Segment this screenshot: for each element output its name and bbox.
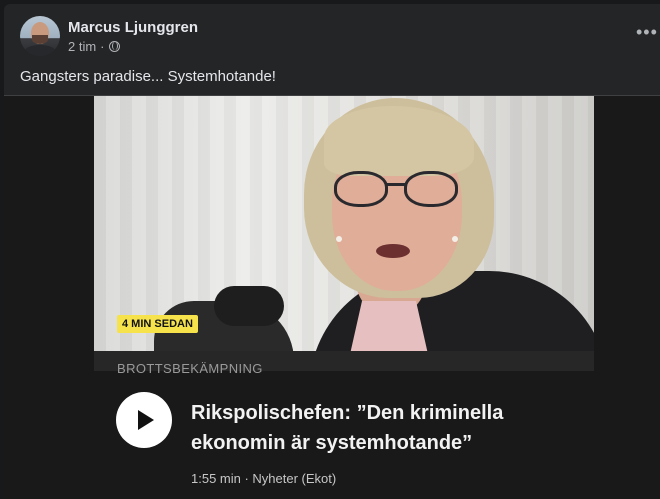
photo-microphone-head — [214, 286, 284, 326]
photo-lens-left — [334, 171, 388, 207]
headline-line-2: ekonomin är systemhotande” — [191, 432, 473, 454]
post-time[interactable]: 2 tim — [68, 39, 96, 54]
avatar-shirt — [24, 45, 56, 56]
photo-glasses-bridge — [386, 183, 406, 186]
article-headline[interactable]: Rikspolischefen: ”Den kriminella ekonomi… — [191, 398, 591, 458]
link-preview[interactable]: 4 MIN SEDAN BROTTSBEKÄMPNING Rikspolisch… — [4, 96, 660, 499]
photo-glasses — [334, 171, 464, 211]
audio-meta: 1:55 min · Nyheter (Ekot) — [191, 471, 337, 486]
meta-separator: · — [100, 39, 105, 54]
avatar[interactable] — [20, 16, 60, 56]
time-badge: 4 MIN SEDAN — [117, 315, 198, 333]
photo-earring-right — [452, 236, 458, 242]
photo-lens-right — [404, 171, 458, 207]
post-text: Gangsters paradise... Systemhotande! — [20, 68, 276, 85]
headline-line-1: Rikspolischefen: ”Den kriminella — [191, 402, 504, 424]
post-card: Marcus Ljunggren 2 tim · ••• Gangsters p… — [4, 4, 660, 499]
play-icon[interactable] — [116, 392, 172, 448]
author-name[interactable]: Marcus Ljunggren — [68, 19, 198, 36]
photo-mouth — [376, 244, 410, 258]
post-meta: 2 tim · — [68, 39, 120, 54]
more-options-button[interactable]: ••• — [636, 20, 660, 44]
category-label[interactable]: BROTTSBEKÄMPNING — [117, 361, 263, 376]
avatar-beard — [32, 35, 48, 44]
photo-earring-left — [336, 236, 342, 242]
globe-icon[interactable] — [108, 41, 120, 52]
